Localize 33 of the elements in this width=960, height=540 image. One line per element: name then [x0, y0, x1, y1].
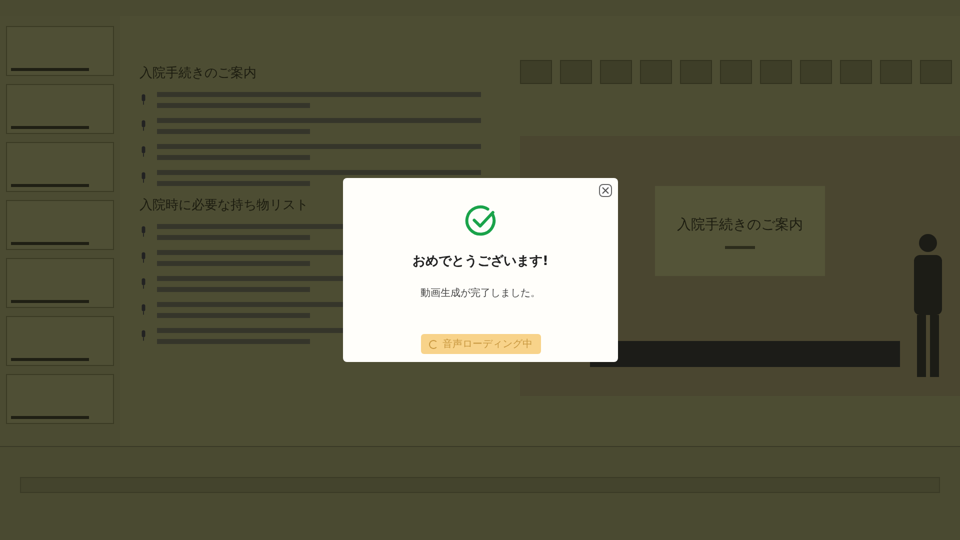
microphone-icon[interactable] [140, 330, 147, 341]
microphone-icon[interactable] [140, 304, 147, 315]
microphone-icon[interactable] [140, 252, 147, 263]
check-circle-icon [464, 204, 498, 238]
microphone-icon[interactable] [140, 278, 147, 289]
slide-title: 入院手続きのご案内 [677, 216, 803, 234]
close-icon [601, 186, 610, 195]
background-thumbnail[interactable] [720, 60, 752, 84]
background-thumbnail[interactable] [840, 60, 872, 84]
background-thumbnail[interactable] [560, 60, 592, 84]
microphone-icon[interactable] [140, 226, 147, 237]
background-thumbnail[interactable] [760, 60, 792, 84]
background-thumbnail[interactable] [640, 60, 672, 84]
slide-thumbnail[interactable] [6, 200, 114, 250]
slide-thumbnail[interactable] [6, 84, 114, 134]
background-thumbnail[interactable] [680, 60, 712, 84]
slide-thumbnail[interactable] [6, 316, 114, 366]
background-thumbnail[interactable] [880, 60, 912, 84]
microphone-icon[interactable] [140, 94, 147, 105]
close-button[interactable] [599, 184, 612, 197]
slide-thumbnail[interactable] [6, 258, 114, 308]
background-thumbnail[interactable] [920, 60, 952, 84]
dialog-title: おめでとうございます! [412, 253, 548, 270]
background-thumbnail[interactable] [800, 60, 832, 84]
slide-thumbnail[interactable] [6, 142, 114, 192]
slide-thumbnail[interactable] [6, 374, 114, 424]
microphone-icon[interactable] [140, 172, 147, 183]
dialog-message: 動画生成が完了しました。 [420, 286, 540, 300]
slide-thumbnail[interactable] [6, 26, 114, 76]
microphone-icon[interactable] [140, 120, 147, 131]
background-thumbnail[interactable] [600, 60, 632, 84]
background-thumbnail[interactable] [520, 60, 552, 84]
microphone-icon[interactable] [140, 146, 147, 157]
